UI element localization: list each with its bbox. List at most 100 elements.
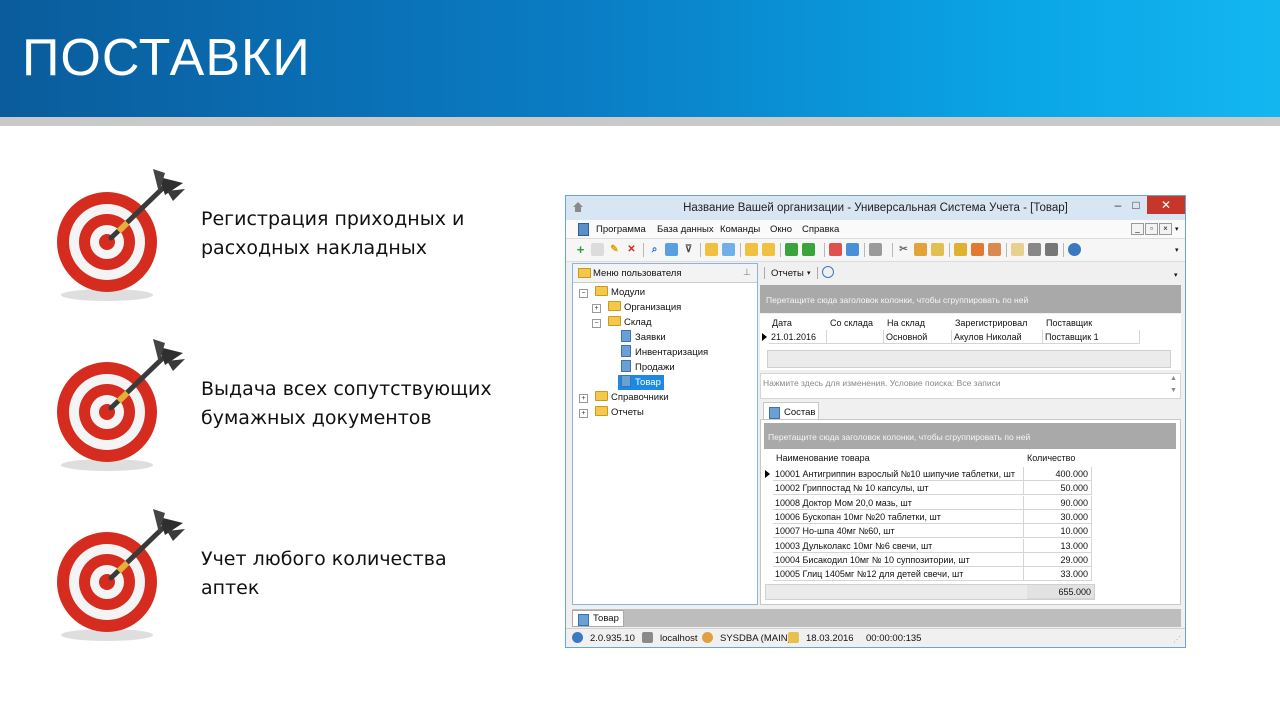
info-icon[interactable]: [1068, 243, 1081, 256]
refresh-icon[interactable]: [665, 243, 678, 256]
tree-expander-icon[interactable]: +: [579, 409, 588, 418]
filter-icon[interactable]: ⊽: [682, 243, 695, 256]
preview-icon[interactable]: [1045, 243, 1058, 256]
group-by-panel[interactable]: Перетащите сюда заголовок колонки, чтобы…: [760, 285, 1181, 313]
item-quantity-cell[interactable]: 13.000: [1024, 538, 1092, 553]
column-header[interactable]: Дата: [769, 316, 830, 330]
resize-grip-icon[interactable]: ⋰: [1173, 635, 1181, 644]
tree-item[interactable]: Модули: [592, 285, 648, 300]
task-tab-tovar[interactable]: Товар: [572, 610, 624, 627]
column-header[interactable]: Зарегистрировал: [952, 316, 1046, 330]
tree-item[interactable]: Отчеты: [592, 405, 647, 420]
item-name-cell[interactable]: 10006 Бускопан 10мг №20 таблетки, шт: [773, 509, 1024, 524]
mdi-minimize-icon[interactable]: _: [1131, 223, 1144, 235]
add-icon[interactable]: +: [574, 243, 587, 256]
chevron-down-icon[interactable]: ▾: [807, 269, 811, 277]
settings-icon[interactable]: [914, 243, 927, 256]
scroll-down-icon[interactable]: ▼: [1170, 387, 1177, 394]
tab-sostav[interactable]: Состав: [763, 402, 819, 420]
item-name-cell[interactable]: 10002 Гриппостад № 10 капсулы, шт: [773, 481, 1024, 496]
item-name-cell[interactable]: 10001 Антигриппин взрослый №10 шипучие т…: [773, 467, 1024, 481]
column-header[interactable]: Количество: [1024, 451, 1095, 465]
chart-icon[interactable]: [705, 243, 718, 256]
mdi-close-icon[interactable]: ×: [1159, 223, 1172, 235]
tree-item[interactable]: Инвентаризация: [618, 345, 711, 360]
menu-database[interactable]: База данных: [657, 224, 714, 235]
copy-icon[interactable]: [591, 243, 604, 256]
users-icon[interactable]: [971, 243, 984, 256]
column-header[interactable]: Поставщик: [1043, 316, 1143, 330]
item-name-cell[interactable]: 10005 Глиц 1405мг №12 для детей свечи, ш…: [773, 567, 1024, 582]
lock-icon[interactable]: [954, 243, 967, 256]
chat-icon[interactable]: [722, 243, 735, 256]
tree-expander-icon[interactable]: −: [592, 319, 601, 328]
tree-item[interactable]: Заявки: [618, 330, 669, 345]
toolbar-separator: [780, 243, 781, 257]
window-new-icon[interactable]: [829, 243, 842, 256]
tree-item[interactable]: Продажи: [618, 360, 678, 375]
edit-icon[interactable]: ✎: [608, 243, 621, 256]
column-header[interactable]: Со склада: [827, 316, 887, 330]
delete-icon[interactable]: ✕: [625, 243, 638, 256]
window-tile-icon[interactable]: [846, 243, 859, 256]
clock-icon[interactable]: [822, 266, 834, 278]
mdi-restore-icon[interactable]: ▫: [1145, 223, 1158, 235]
menu-program[interactable]: Программа: [596, 224, 646, 235]
item-quantity-cell[interactable]: 29.000: [1024, 552, 1092, 567]
table-cell[interactable]: Акулов Николай: [952, 330, 1043, 344]
tree-item[interactable]: Справочники: [592, 390, 672, 405]
table-cell[interactable]: 21.01.2016: [769, 330, 827, 344]
bar-overflow-icon[interactable]: ▾: [1174, 271, 1178, 279]
import-icon[interactable]: [802, 243, 815, 256]
calendar-icon[interactable]: [1011, 243, 1024, 256]
task-tab-label: Товар: [593, 613, 619, 624]
note-icon[interactable]: [931, 243, 944, 256]
filter-panel[interactable]: Нажмите здесь для изменения. Условие пои…: [760, 373, 1181, 399]
tree-expander-icon[interactable]: +: [592, 304, 601, 313]
tree-expander-icon[interactable]: +: [579, 394, 588, 403]
item-quantity-cell[interactable]: 50.000: [1024, 481, 1092, 496]
toolbar-overflow-icon[interactable]: ▾: [1175, 246, 1179, 254]
tab-sostav-label: Состав: [784, 407, 816, 418]
menu-window[interactable]: Окно: [770, 224, 792, 235]
reports-button[interactable]: Отчеты: [771, 268, 804, 279]
printer-icon[interactable]: [1028, 243, 1041, 256]
window-titlebar[interactable]: Название Вашей организации - Универсальн…: [566, 196, 1185, 220]
menu-overflow-icon[interactable]: ▾: [1175, 225, 1179, 233]
folder-up-icon[interactable]: [745, 243, 758, 256]
item-name-cell[interactable]: 10007 Но-шпа 40мг №60, шт: [773, 524, 1024, 539]
export-icon[interactable]: [785, 243, 798, 256]
print-setup-icon[interactable]: [869, 243, 882, 256]
item-quantity-cell[interactable]: 400.000: [1024, 467, 1092, 481]
table-cell[interactable]: Основной: [884, 330, 952, 344]
tree-item[interactable]: Склад: [605, 315, 655, 330]
tree-item[interactable]: Организация: [605, 300, 684, 315]
user-settings-icon[interactable]: [988, 243, 1001, 256]
folder-icon: [608, 316, 621, 326]
maximize-button[interactable]: □: [1122, 196, 1150, 214]
item-quantity-cell[interactable]: 10.000: [1024, 524, 1092, 539]
bullet-2-line2: бумажных документов: [201, 407, 432, 429]
item-quantity-cell[interactable]: 33.000: [1024, 567, 1092, 582]
item-name-cell[interactable]: 10003 Дульколакс 10мг №6 свечи, шт: [773, 538, 1024, 553]
tree-item[interactable]: Товар: [618, 375, 664, 390]
table-cell[interactable]: [827, 330, 884, 344]
item-name-cell[interactable]: 10004 Бисакодил 10мг № 10 суппозитории, …: [773, 552, 1024, 567]
tools-icon[interactable]: ✂: [897, 243, 910, 256]
tree-expander-icon[interactable]: −: [579, 289, 588, 298]
scroll-up-icon[interactable]: ▲: [1170, 375, 1177, 382]
close-button[interactable]: ✕: [1147, 196, 1185, 214]
table-cell[interactable]: Поставщик 1: [1043, 330, 1140, 344]
search-icon[interactable]: ⌕: [648, 243, 661, 256]
menu-help[interactable]: Справка: [802, 224, 839, 235]
menu-commands[interactable]: Команды: [720, 224, 760, 235]
item-quantity-cell[interactable]: 90.000: [1024, 495, 1092, 510]
item-name-cell[interactable]: 10008 Доктор Мом 20,0 мазь, шт: [773, 495, 1024, 510]
folder-down-icon[interactable]: [762, 243, 775, 256]
tree-item-label: Товар: [635, 377, 661, 388]
item-quantity-cell[interactable]: 30.000: [1024, 509, 1092, 524]
column-header[interactable]: Наименование товара: [773, 451, 1027, 465]
pin-icon[interactable]: ⊥: [743, 267, 751, 278]
column-header[interactable]: На склад: [884, 316, 955, 330]
detail-group-by-panel[interactable]: Перетащите сюда заголовок колонки, чтобы…: [764, 423, 1176, 449]
